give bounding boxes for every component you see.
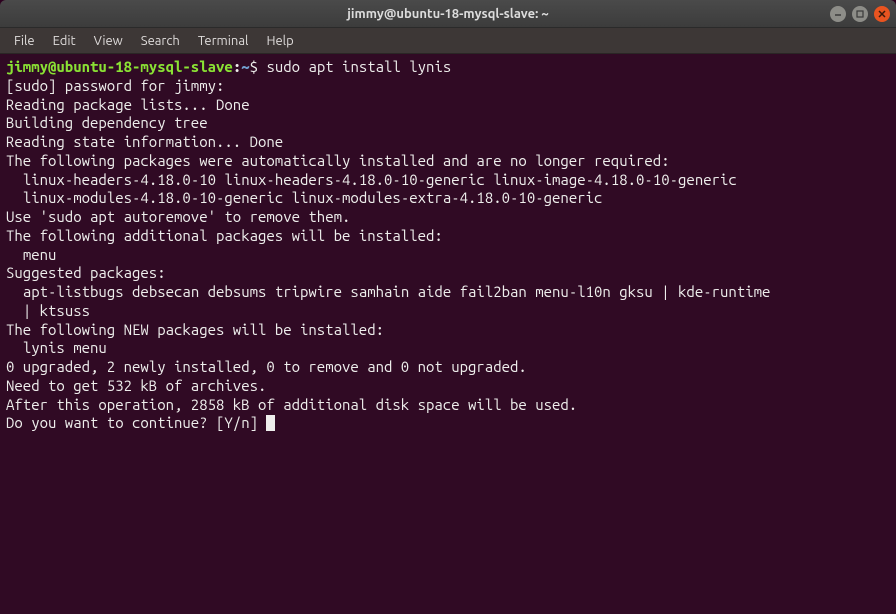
continue-prompt-text: Do you want to continue? [Y/n]	[6, 414, 266, 431]
prompt-symbol: $	[250, 58, 258, 75]
output-line: linux-headers-4.18.0-10 linux-headers-4.…	[6, 171, 890, 190]
menu-file[interactable]: File	[6, 31, 43, 51]
output-line: After this operation, 2858 kB of additio…	[6, 396, 890, 415]
output-line: Need to get 532 kB of archives.	[6, 377, 890, 396]
menu-help[interactable]: Help	[258, 31, 301, 51]
menubar: File Edit View Search Terminal Help	[0, 28, 896, 54]
output-line: lynis menu	[6, 339, 890, 358]
output-line: Use 'sudo apt autoremove' to remove them…	[6, 208, 890, 227]
prompt-path: ~	[241, 58, 249, 75]
output-line: Reading state information... Done	[6, 133, 890, 152]
output-line: Reading package lists... Done	[6, 96, 890, 115]
output-line: menu	[6, 246, 890, 265]
output-line: linux-modules-4.18.0-10-generic linux-mo…	[6, 189, 890, 208]
output-line: Building dependency tree	[6, 114, 890, 133]
output-line: 0 upgraded, 2 newly installed, 0 to remo…	[6, 358, 890, 377]
output-line: apt-listbugs debsecan debsums tripwire s…	[6, 283, 890, 302]
output-line: [sudo] password for jimmy:	[6, 77, 890, 96]
menu-terminal[interactable]: Terminal	[190, 31, 257, 51]
terminal-window: jimmy@ubuntu-18-mysql-slave: ~ File Edit…	[0, 0, 896, 614]
close-button[interactable]	[874, 6, 890, 22]
maximize-button[interactable]	[852, 6, 868, 22]
menu-view[interactable]: View	[86, 31, 131, 51]
menu-search[interactable]: Search	[133, 31, 188, 51]
close-icon	[878, 10, 886, 18]
output-line: | ktsuss	[6, 302, 890, 321]
command-text: sudo apt install lynis	[266, 58, 451, 75]
window-title: jimmy@ubuntu-18-mysql-slave: ~	[347, 7, 548, 21]
window-controls	[830, 6, 890, 22]
titlebar: jimmy@ubuntu-18-mysql-slave: ~	[0, 0, 896, 28]
output-line: The following packages were automaticall…	[6, 152, 890, 171]
output-line: The following additional packages will b…	[6, 227, 890, 246]
prompt-colon: :	[233, 58, 241, 75]
cursor	[266, 415, 275, 431]
terminal-content[interactable]: jimmy@ubuntu-18-mysql-slave:~$ sudo apt …	[0, 54, 896, 614]
prompt-line: jimmy@ubuntu-18-mysql-slave:~$ sudo apt …	[6, 58, 890, 77]
minimize-button[interactable]	[830, 6, 846, 22]
maximize-icon	[856, 10, 864, 18]
minimize-icon	[834, 10, 842, 18]
continue-prompt-line: Do you want to continue? [Y/n]	[6, 414, 890, 433]
output-line: The following NEW packages will be insta…	[6, 321, 890, 340]
menu-edit[interactable]: Edit	[45, 31, 84, 51]
prompt-user-host: jimmy@ubuntu-18-mysql-slave	[6, 58, 233, 75]
output-line: Suggested packages:	[6, 264, 890, 283]
